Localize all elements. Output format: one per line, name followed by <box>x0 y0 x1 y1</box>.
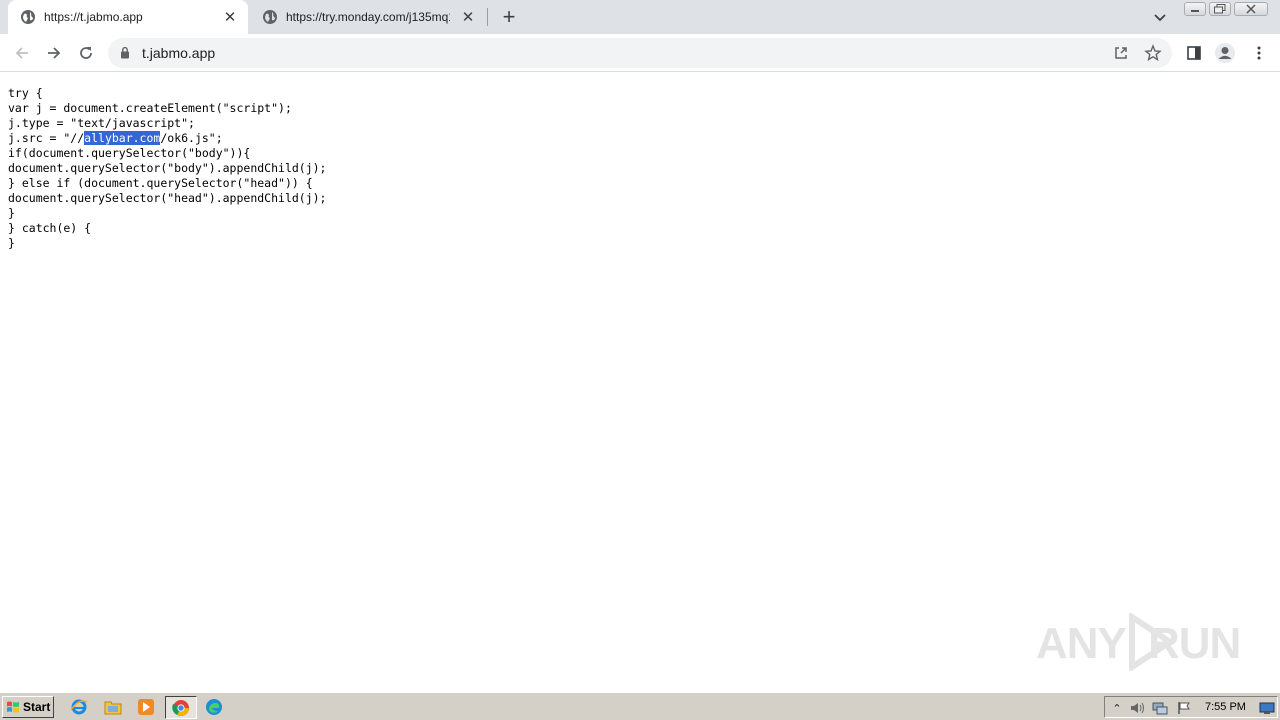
menu-button[interactable] <box>1248 42 1270 64</box>
flag-icon[interactable] <box>1176 700 1192 716</box>
code-line: } catch(e) { <box>8 221 92 235</box>
arrow-right-icon <box>48 47 61 59</box>
windows-flag-icon <box>7 701 19 713</box>
tab-title: https://t.jabmo.app <box>44 10 143 24</box>
lock-icon[interactable] <box>120 46 130 59</box>
tab-monday[interactable]: https://try.monday.com/j135mq1rvr ✕ <box>250 0 486 34</box>
chevron-up-icon[interactable]: ⌃ <box>1109 700 1125 716</box>
tab-search-chevron-icon[interactable] <box>1152 9 1168 25</box>
side-panel-icon <box>1187 46 1201 60</box>
system-tray: ⌃ 7:55 PM <box>1104 696 1278 718</box>
browser-toolbar: t.jabmo.app <box>0 34 1280 72</box>
reload-button[interactable] <box>75 42 97 64</box>
code-text: /ok6.js"; <box>160 131 223 145</box>
reload-icon <box>80 47 92 59</box>
ie-icon[interactable] <box>70 698 88 716</box>
globe-icon <box>21 10 35 24</box>
tab-strip: https://t.jabmo.app ✕ https://try.monday… <box>0 0 1280 34</box>
address-bar[interactable]: t.jabmo.app <box>108 38 1172 68</box>
edge-icon[interactable] <box>205 698 223 716</box>
anyrun-watermark: ANY RUN <box>1036 611 1241 675</box>
side-panel-button[interactable] <box>1183 42 1205 64</box>
selected-text[interactable]: allybar.com <box>84 131 161 145</box>
restore-button[interactable] <box>1209 2 1231 16</box>
page-content: try { var j = document.createElement("sc… <box>0 73 1280 691</box>
speaker-icon[interactable] <box>1129 700 1145 716</box>
network-icon[interactable] <box>1152 700 1168 716</box>
arrow-left-icon <box>15 47 28 59</box>
minimize-button[interactable] <box>1184 2 1206 16</box>
profile-button[interactable] <box>1214 42 1236 64</box>
url-text[interactable]: t.jabmo.app <box>142 45 215 61</box>
back-button[interactable] <box>11 42 33 64</box>
close-tab-icon[interactable]: ✕ <box>458 7 478 27</box>
chrome-icon <box>172 700 189 716</box>
kebab-menu-icon <box>1257 46 1261 60</box>
forward-button[interactable] <box>43 42 65 64</box>
code-line: j.type = "text/javascript"; <box>8 116 195 130</box>
bookmark-star-icon[interactable] <box>1144 44 1162 62</box>
source-code[interactable]: try { var j = document.createElement("sc… <box>8 86 327 251</box>
tab-jabmo[interactable]: https://t.jabmo.app ✕ <box>8 0 248 34</box>
code-line: document.querySelector("body").appendChi… <box>8 161 327 175</box>
close-tab-icon[interactable]: ✕ <box>220 7 240 27</box>
start-label: Start <box>23 700 51 714</box>
code-line: var j = document.createElement("script")… <box>8 101 292 115</box>
tab-separator <box>487 8 488 26</box>
folder-icon[interactable] <box>104 698 122 716</box>
code-line: } <box>8 236 15 250</box>
globe-icon <box>263 10 277 24</box>
close-window-button[interactable] <box>1234 2 1268 16</box>
chrome-taskbar-button[interactable] <box>165 696 197 719</box>
desktop-icon[interactable] <box>1259 700 1275 716</box>
media-player-icon[interactable] <box>137 698 155 716</box>
tab-title: https://try.monday.com/j135mq1rvr <box>286 10 450 24</box>
avatar-icon <box>1215 43 1235 63</box>
code-line-with-selection: j.src = "//allybar.com/ok6.js"; <box>8 131 223 145</box>
taskbar: Start ⌃ 7:55 PM <box>0 692 1280 720</box>
code-line: } else if (document.querySelector("head"… <box>8 176 313 190</box>
code-line: try { <box>8 86 43 100</box>
code-line: if(document.querySelector("body")){ <box>8 146 251 160</box>
code-text: j.src = "// <box>8 131 85 145</box>
watermark-text-right: RUN <box>1148 619 1241 668</box>
start-button[interactable]: Start <box>2 696 54 718</box>
watermark-text-left: ANY <box>1036 619 1127 668</box>
new-tab-button[interactable]: + <box>498 6 520 28</box>
clock[interactable]: 7:55 PM <box>1205 701 1246 713</box>
code-line: document.querySelector("head").appendChi… <box>8 191 327 205</box>
share-icon[interactable] <box>1112 44 1130 62</box>
code-line: } <box>8 206 15 220</box>
